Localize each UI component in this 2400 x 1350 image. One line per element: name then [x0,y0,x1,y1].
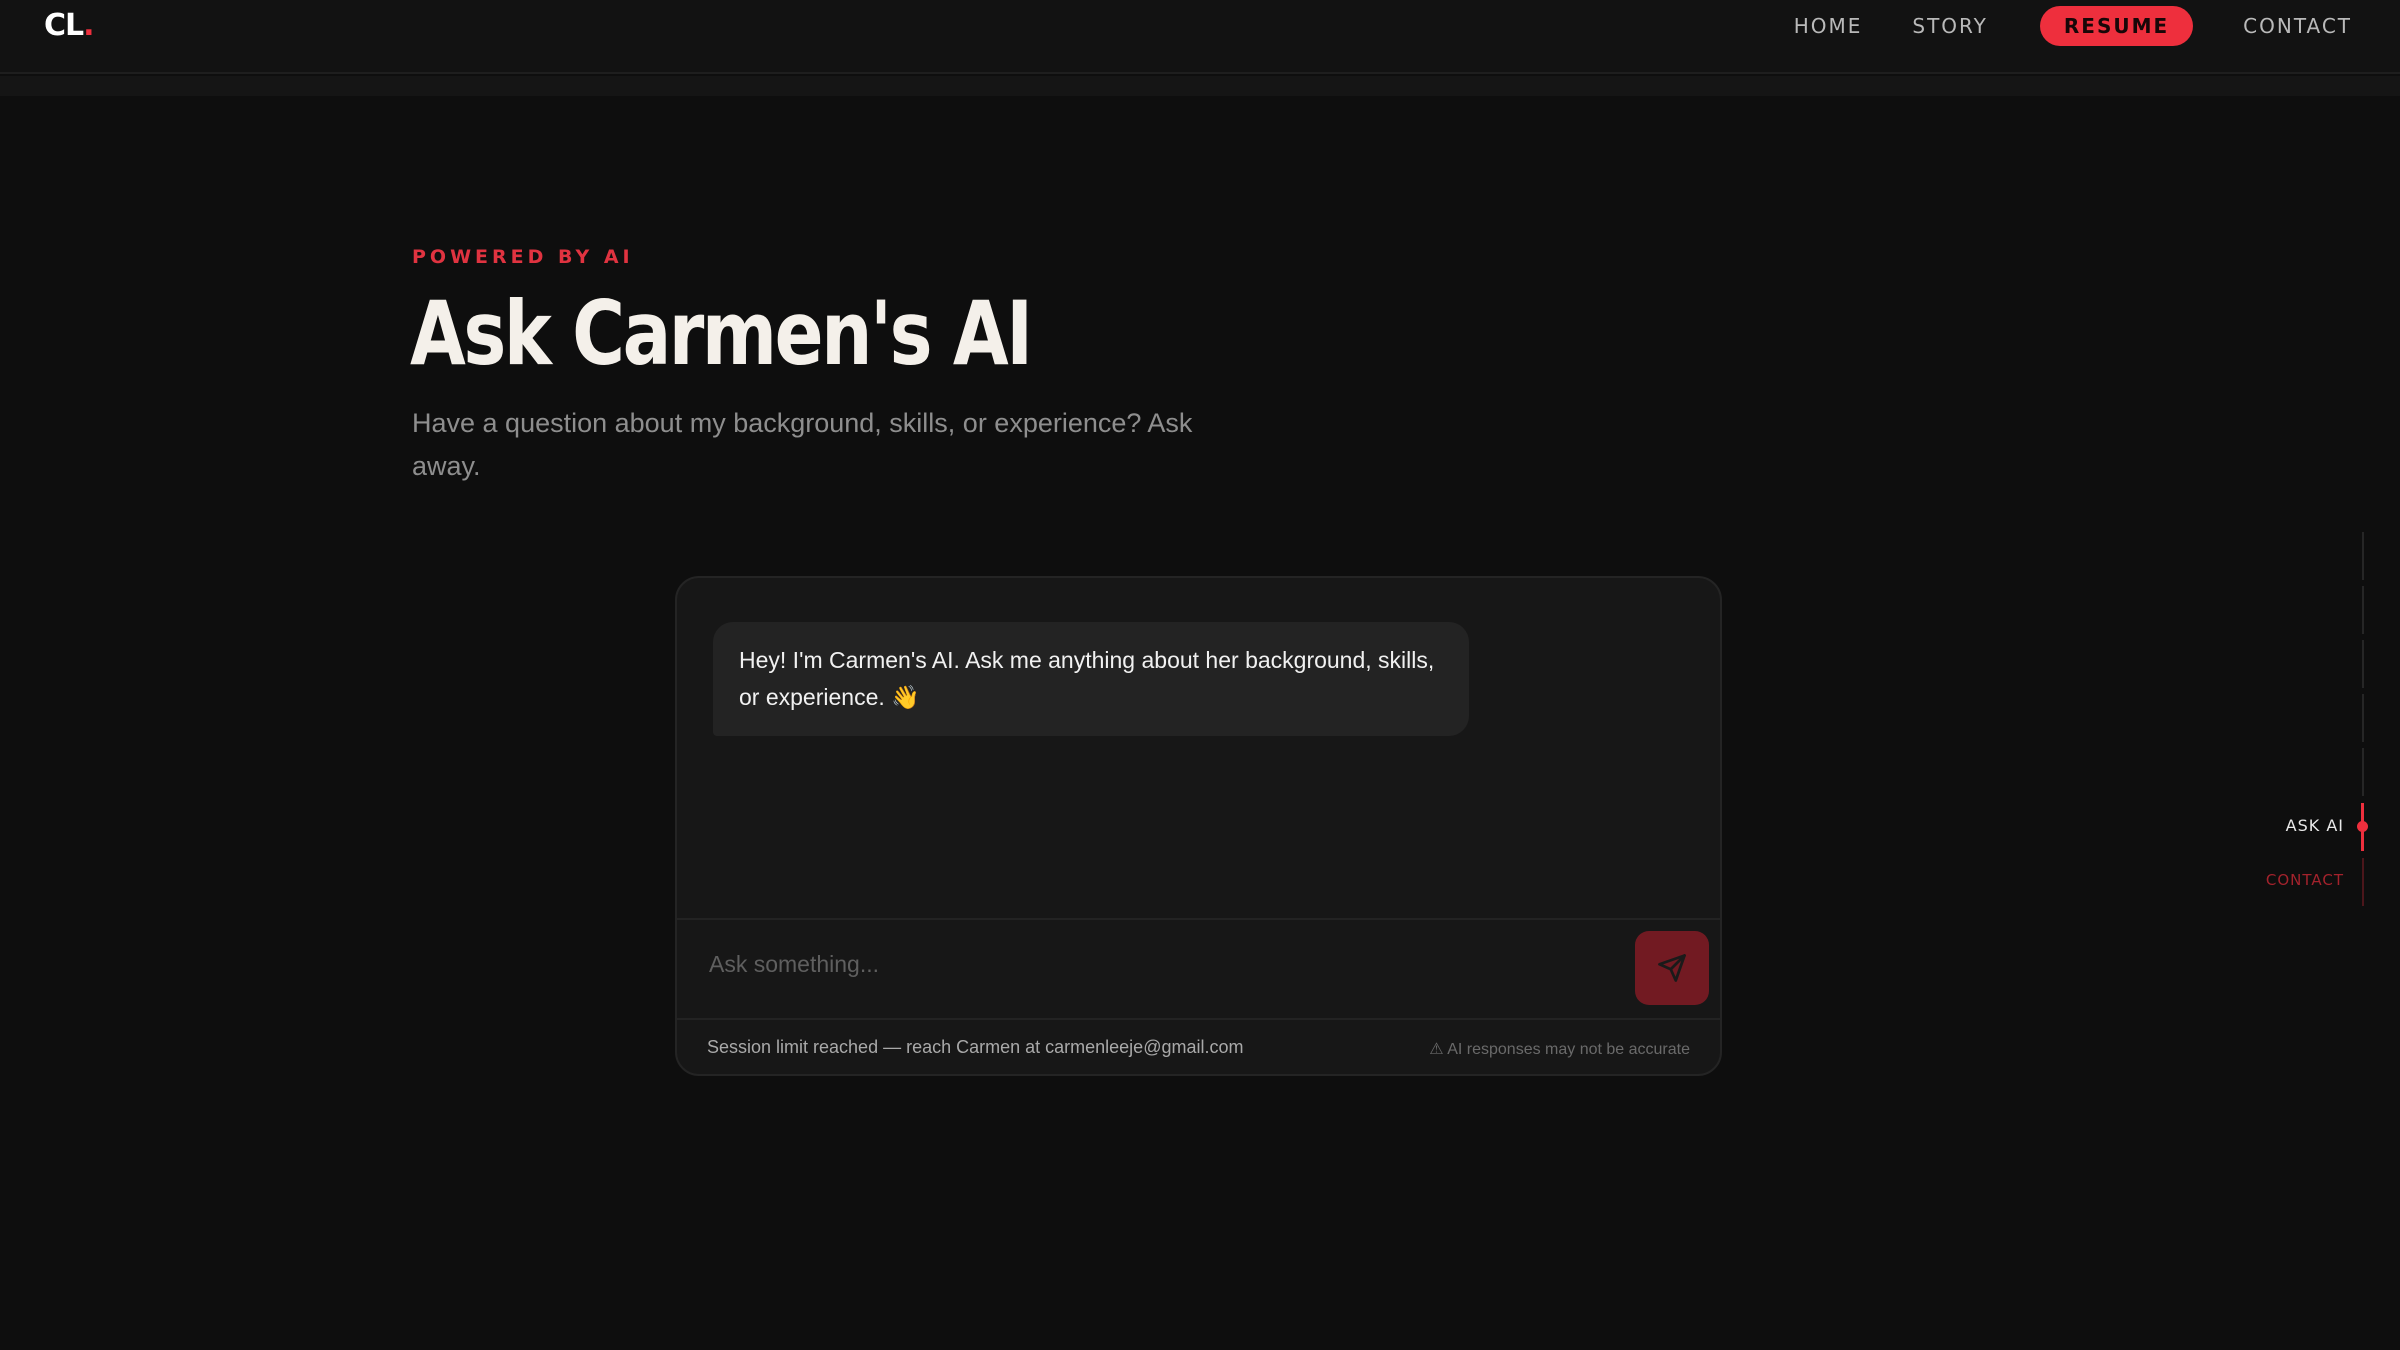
send-icon [1658,954,1686,982]
chat-input[interactable] [707,928,1631,1000]
side-nav-contact[interactable]: CONTACT [2266,871,2344,889]
logo-dot: . [83,8,94,43]
session-limit-notice: Session limit reached — reach Carmen at … [707,1037,1244,1057]
ai-disclaimer: ⚠ AI responses may not be accurate [1429,1041,1690,1058]
chat-panel: Hey! I'm Carmen's AI. Ask me anything ab… [675,576,1722,1076]
side-nav-track-1[interactable] [2362,532,2364,580]
ai-greeting-message: Hey! I'm Carmen's AI. Ask me anything ab… [713,622,1469,736]
chat-footer-divider [677,1018,1720,1020]
side-nav-ask-ai[interactable]: ASK AI [2286,816,2344,835]
main-nav: HOME STORY RESUME CONTACT [1744,6,2352,46]
nav-home-link[interactable]: HOME [1794,14,1863,38]
section-eyebrow: POWERED BY AI [412,246,634,268]
page-subtitle: Have a question about my background, ski… [412,408,1193,481]
nav-story-link[interactable]: STORY [1912,14,1988,38]
nav-resume-button[interactable]: RESUME [2039,6,2194,46]
logo-text: CL [44,8,84,43]
site-logo[interactable]: CL. [44,8,95,43]
page-title: Ask Carmen's AI [410,282,1033,385]
side-nav-track-2[interactable] [2362,586,2364,634]
side-nav-track-4[interactable] [2362,694,2364,742]
header-underbar [0,76,2400,96]
side-nav-active-dot [2357,821,2368,832]
side-nav-contact-line[interactable] [2362,858,2364,906]
chat-divider [677,918,1720,920]
side-nav-track-5[interactable] [2362,748,2364,796]
top-navbar: CL. HOME STORY RESUME CONTACT [0,0,2400,74]
side-nav-track-3[interactable] [2362,640,2364,688]
nav-contact-link[interactable]: CONTACT [2243,14,2352,38]
send-button[interactable] [1635,931,1709,1005]
